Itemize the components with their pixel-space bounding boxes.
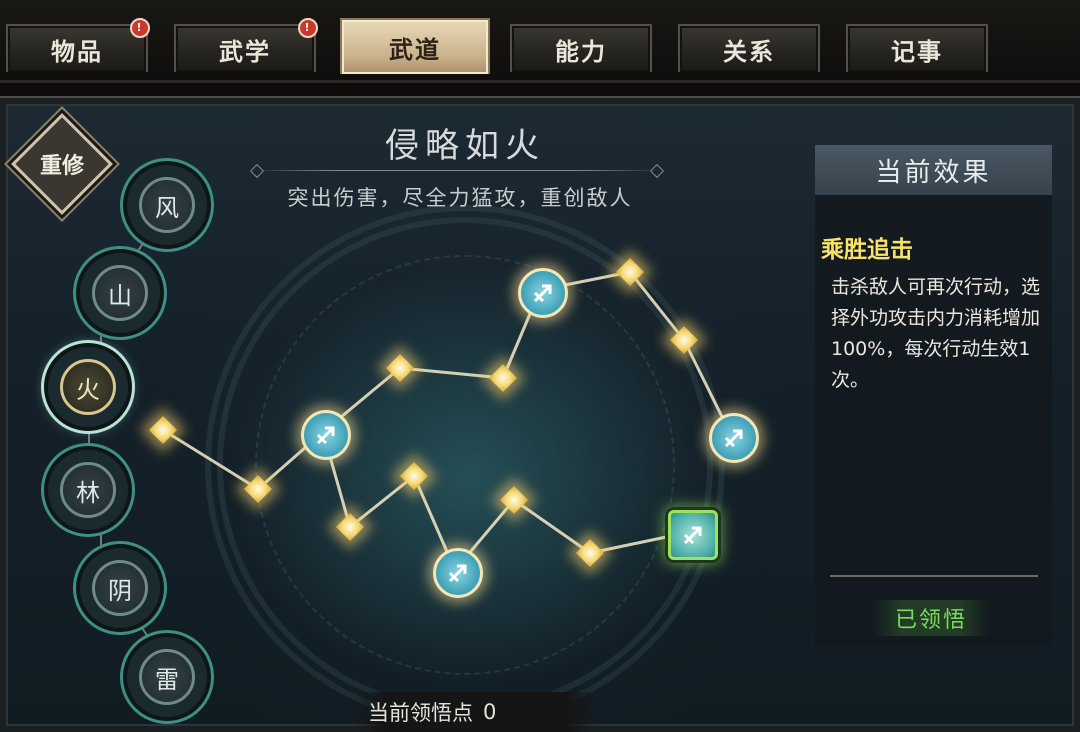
glowing-star-icon — [243, 474, 273, 504]
glowing-star-icon — [385, 353, 415, 383]
sword-arrow-icon — [724, 429, 743, 448]
sword-arrow-icon — [533, 284, 552, 303]
glowing-star-icon — [499, 485, 529, 515]
skill-node[interactable] — [433, 548, 483, 598]
divider — [830, 575, 1038, 577]
glowing-star-icon — [615, 257, 645, 287]
star-node[interactable] — [496, 482, 532, 518]
insight-points-label: 当前领悟点 — [368, 701, 473, 725]
insight-points: 当前领悟点 0 — [356, 692, 596, 732]
star-node[interactable] — [240, 471, 276, 507]
glowing-star-icon — [148, 415, 178, 445]
star-node[interactable] — [612, 254, 648, 290]
sword-arrow-icon — [683, 526, 702, 545]
skill-node[interactable] — [301, 410, 351, 460]
effect-header: 当前效果 — [815, 145, 1052, 195]
star-node[interactable] — [332, 509, 368, 545]
effect-name: 乘胜追击 — [821, 237, 913, 263]
glowing-star-icon — [488, 363, 518, 393]
glowing-star-icon — [575, 538, 605, 568]
sword-arrow-icon — [316, 426, 335, 445]
star-node[interactable] — [485, 360, 521, 396]
star-node[interactable] — [572, 535, 608, 571]
sword-arrow-icon — [448, 564, 467, 583]
star-node[interactable] — [666, 322, 702, 358]
effect-description: 击杀敌人可再次行动，选择外功攻击内力消耗增加100%，每次行动生效1次。 — [831, 276, 1041, 391]
glowing-star-icon — [669, 325, 699, 355]
skill-node[interactable] — [518, 268, 568, 318]
star-node[interactable] — [145, 412, 181, 448]
glowing-star-icon — [399, 461, 429, 491]
learned-status-badge: 已领悟 — [872, 600, 990, 636]
star-node[interactable] — [382, 350, 418, 386]
glowing-star-icon — [335, 512, 365, 542]
star-node[interactable] — [396, 458, 432, 494]
skill-node[interactable] — [709, 413, 759, 463]
insight-points-value: 0 — [483, 700, 497, 724]
skill-node-selected[interactable] — [668, 510, 718, 560]
